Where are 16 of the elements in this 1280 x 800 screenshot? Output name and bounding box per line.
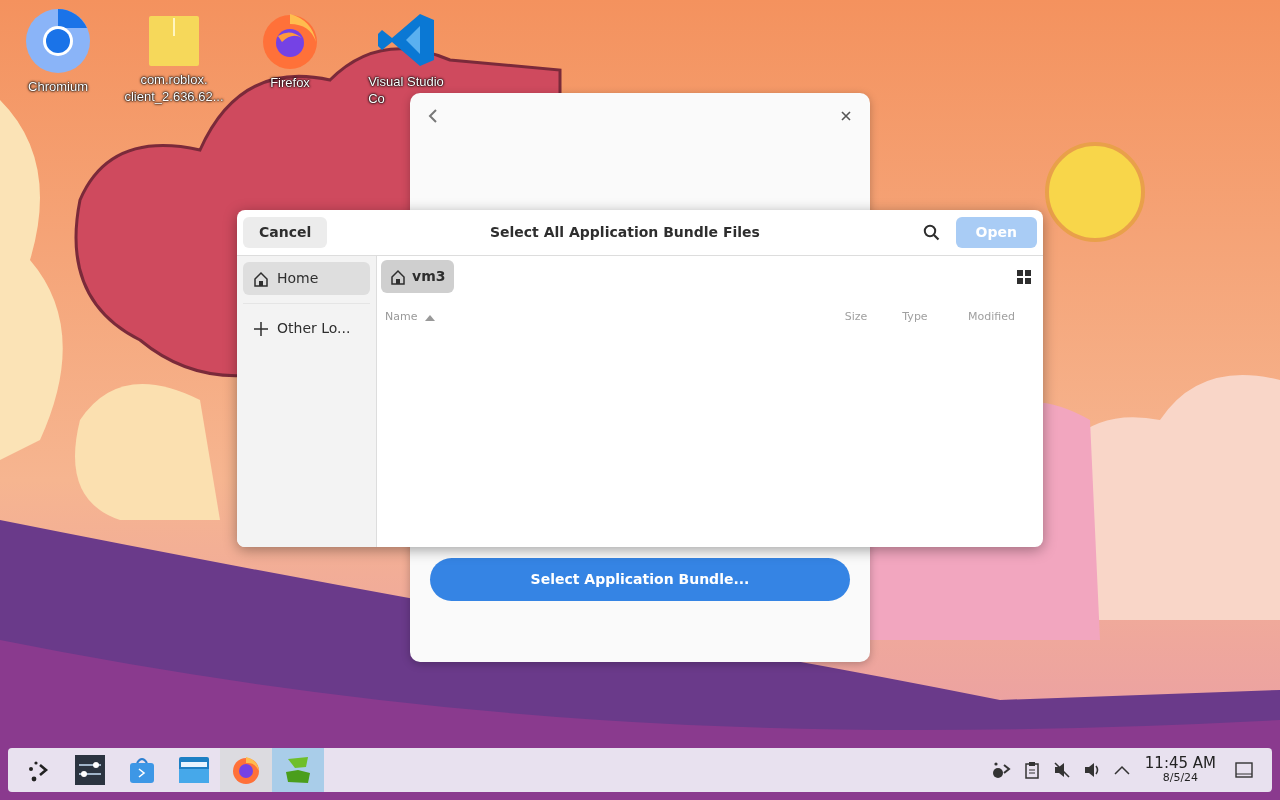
cancel-button[interactable]: Cancel	[243, 217, 328, 248]
clock-date: 8/5/24	[1161, 772, 1200, 784]
path-button[interactable]: vm3	[381, 260, 455, 293]
sidebar-item[interactable]: Other Lo...	[243, 312, 370, 345]
icon-label[interactable]: Chromium	[28, 78, 88, 95]
icon-label[interactable]: com.roblox. client_2.636.62...	[124, 71, 224, 105]
clock-time: 11:45 AM	[1144, 756, 1216, 773]
icon-label[interactable]: Visual Studio Co	[368, 73, 444, 107]
dialog-title: Select All Application Bundle Files	[489, 224, 760, 240]
column-header[interactable]: Modified	[944, 309, 1039, 326]
column-header[interactable]: Name	[381, 309, 436, 326]
icon-label[interactable]: Firefox	[270, 74, 310, 91]
column-header[interactable]: Size	[826, 309, 886, 326]
select-bundle-button[interactable]: Select Application Bundle...	[430, 558, 850, 601]
sidebar-item[interactable]: Home	[243, 262, 370, 295]
column-header[interactable]: Type	[886, 309, 944, 326]
